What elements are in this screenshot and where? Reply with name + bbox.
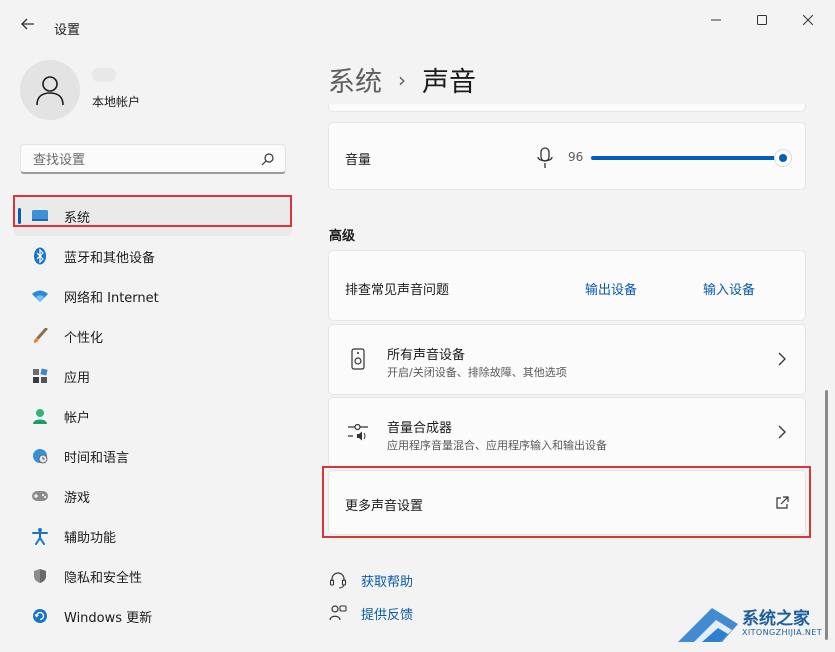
watermark-text: 系统之家 — [742, 609, 810, 629]
volume-card: 音量 96 — [328, 122, 806, 190]
gamepad-icon — [31, 487, 49, 505]
search-box[interactable] — [20, 144, 286, 174]
close-button[interactable] — [788, 6, 828, 34]
input-device-link[interactable]: 输入设备 — [703, 279, 755, 298]
output-device-link[interactable]: 输出设备 — [585, 279, 637, 298]
window-title: 设置 — [54, 23, 81, 38]
previous-card-edge — [328, 104, 806, 112]
more-sound-settings-label: 更多声音设置 — [345, 499, 424, 514]
brush-icon — [31, 327, 49, 345]
volume-value: 96 — [568, 150, 584, 164]
search-icon — [261, 153, 274, 166]
back-arrow-icon — [21, 18, 34, 30]
sidebar-item-network[interactable]: 网络和 Internet — [14, 276, 292, 316]
chevron-right-icon: › — [398, 67, 406, 92]
accessibility-icon — [31, 527, 49, 545]
volume-slider-fill — [591, 156, 776, 160]
troubleshoot-label: 排查常见声音问题 — [345, 283, 450, 298]
sidebar-item-personalization[interactable]: 个性化 — [14, 316, 292, 356]
help-headset-icon — [328, 570, 348, 590]
maximize-button[interactable] — [742, 6, 782, 34]
sidebar-item-system[interactable]: 系统 — [14, 196, 292, 236]
wifi-icon — [31, 287, 49, 305]
feedback-icon — [328, 603, 348, 623]
sidebar-item-accessibility[interactable]: 辅助功能 — [14, 516, 292, 556]
sidebar-item-gaming[interactable]: 游戏 — [14, 476, 292, 516]
volume-slider[interactable] — [591, 149, 792, 167]
active-indicator — [18, 208, 21, 224]
all-sound-devices-row[interactable]: 所有声音设备 开启/关闭设备、排除故障、其他选项 — [328, 324, 806, 395]
volume-label: 音量 — [345, 153, 372, 168]
account-type: 本地帐户 — [92, 95, 141, 109]
sidebar-item-windows-update[interactable]: Windows 更新 — [14, 596, 292, 636]
microphone-icon[interactable] — [537, 147, 553, 169]
sidebar-item-accounts[interactable]: 帐户 — [14, 396, 292, 436]
minimize-icon — [711, 19, 721, 21]
chevron-right-icon — [778, 425, 786, 439]
page-title: 声音 — [422, 67, 476, 98]
mixer-icon — [347, 420, 369, 444]
all-sound-devices-subtitle: 开启/关闭设备、排除故障、其他选项 — [387, 366, 567, 379]
search-input[interactable] — [31, 150, 255, 170]
title-bar: 设置 — [0, 0, 835, 44]
external-link-icon — [776, 496, 789, 509]
apps-icon — [31, 367, 49, 385]
volume-mixer-row[interactable]: 音量合成器 应用程序音量混合、应用程序输入和输出设备 — [328, 397, 806, 468]
avatar[interactable] — [20, 60, 80, 120]
feedback-link[interactable]: 提供反馈 — [328, 603, 413, 623]
sidebar-item-time-language[interactable]: 时间和语言 — [14, 436, 292, 476]
back-button[interactable] — [14, 10, 42, 38]
sidebar-item-apps[interactable]: 应用 — [14, 356, 292, 396]
volume-mixer-subtitle: 应用程序音量混合、应用程序输入和输出设备 — [387, 439, 607, 452]
advanced-section-title: 高级 — [329, 229, 356, 244]
minimize-button[interactable] — [696, 6, 736, 34]
shield-icon — [31, 567, 49, 585]
more-sound-settings-row[interactable]: 更多声音设置 — [328, 470, 806, 535]
globe-clock-icon — [31, 447, 49, 465]
sidebar-item-bluetooth[interactable]: 蓝牙和其他设备 — [14, 236, 292, 276]
volume-mixer-title: 音量合成器 — [387, 421, 453, 436]
person-icon — [31, 407, 49, 425]
breadcrumb: 系统 › 声音 — [328, 60, 476, 99]
display-icon — [31, 207, 49, 225]
breadcrumb-parent[interactable]: 系统 — [328, 60, 382, 99]
user-name-blurred — [92, 68, 116, 82]
maximize-icon — [757, 15, 767, 25]
speaker-icon — [347, 347, 369, 371]
volume-slider-thumb[interactable] — [774, 149, 792, 167]
troubleshoot-card: 排查常见声音问题 输出设备 输入设备 — [328, 250, 806, 321]
close-icon — [803, 15, 813, 25]
get-help-link[interactable]: 获取帮助 — [328, 570, 413, 590]
all-sound-devices-title: 所有声音设备 — [387, 348, 466, 363]
sidebar-nav: 系统 蓝牙和其他设备 网络和 Internet 个性化 应用 帐户 时间和语言 … — [14, 196, 292, 636]
chevron-right-icon — [778, 352, 786, 366]
sidebar-item-privacy[interactable]: 隐私和安全性 — [14, 556, 292, 596]
watermark-url: XITONGZHIJIA.NET — [742, 628, 822, 637]
update-icon — [31, 607, 49, 625]
person-icon — [36, 76, 64, 106]
bluetooth-icon — [31, 247, 49, 265]
